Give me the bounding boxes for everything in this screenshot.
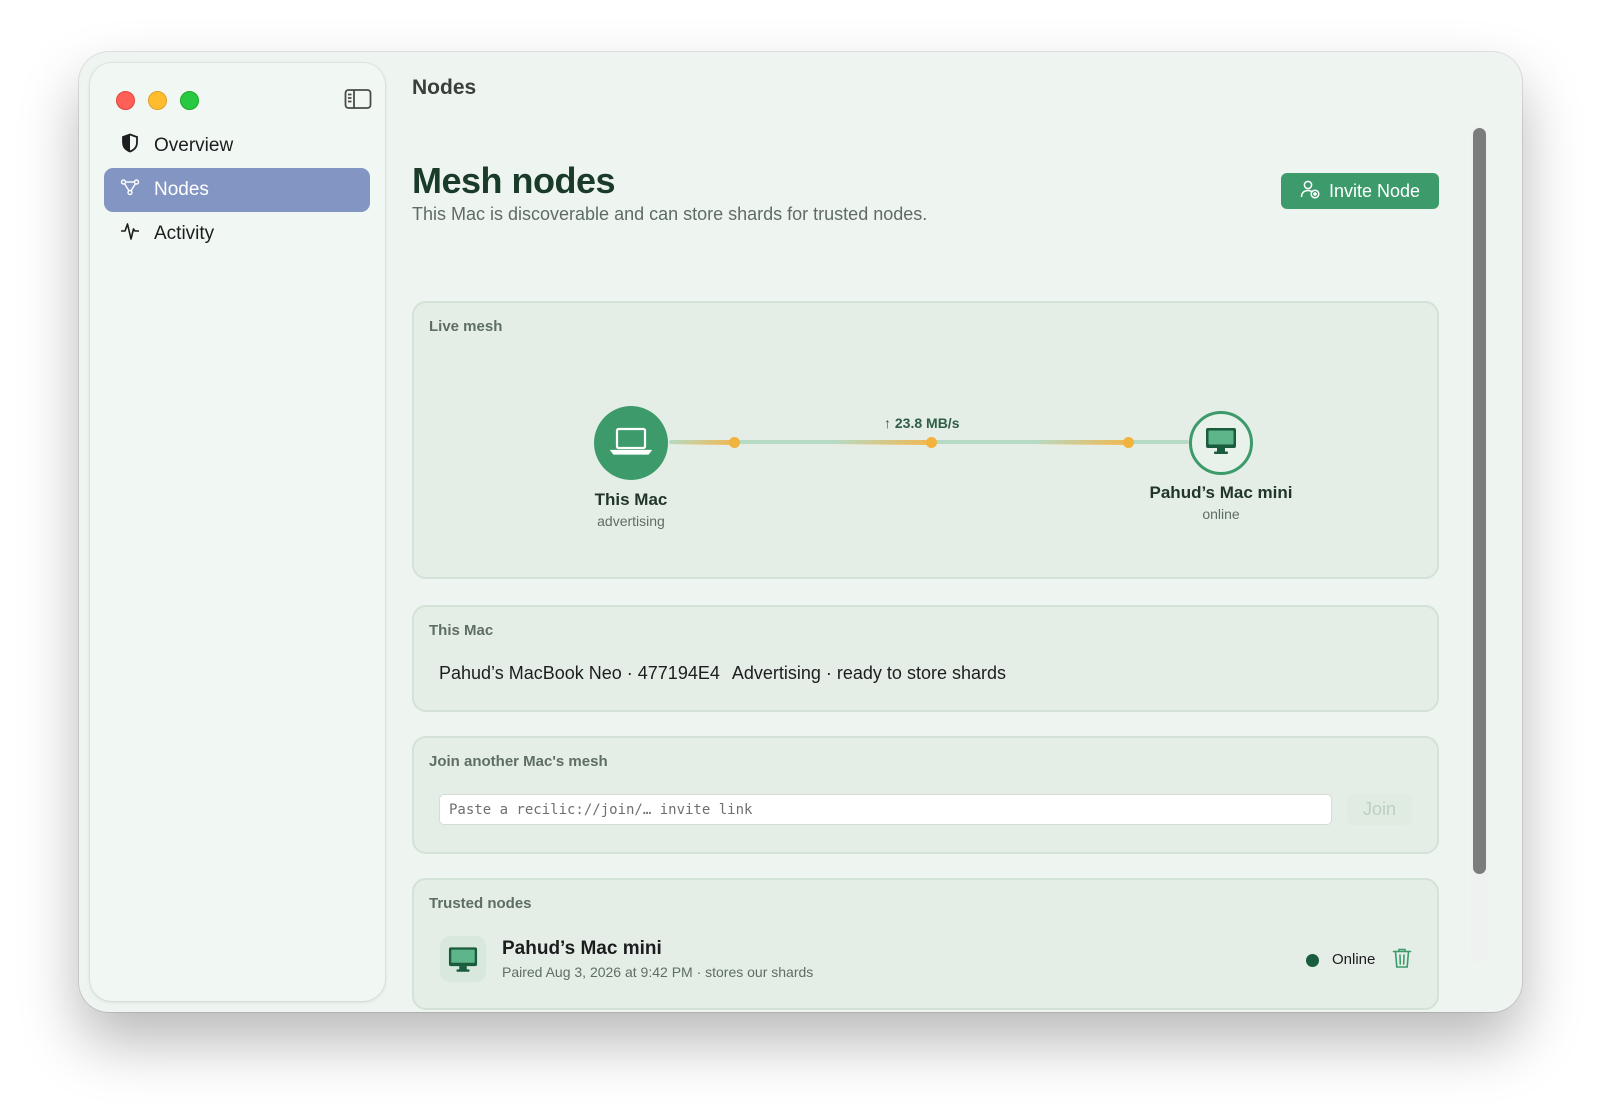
transfer-packet-dot <box>729 437 740 448</box>
shield-icon <box>120 133 140 159</box>
sidebar-toggle-icon[interactable] <box>344 88 372 110</box>
card-label: This Mac <box>429 622 494 639</box>
sidebar: Overview Nodes Activity <box>90 63 385 1001</box>
laptop-icon <box>609 426 653 461</box>
page-subtitle: This Mac is discoverable and can store s… <box>412 204 928 224</box>
local-node-name: This Mac <box>594 490 668 509</box>
network-nodes-icon <box>120 177 140 203</box>
waveform-icon <box>120 221 140 247</box>
remote-node-status: online <box>1202 506 1240 522</box>
sidebar-item-overview[interactable]: Overview <box>104 124 370 168</box>
sidebar-item-label: Nodes <box>154 179 209 200</box>
trusted-node-name: Pahud’s Mac mini <box>502 938 662 959</box>
local-node-status: advertising <box>597 513 665 529</box>
card-label: Trusted nodes <box>429 895 532 912</box>
invite-link-input[interactable] <box>439 794 1332 825</box>
toolbar-title: Nodes <box>412 76 477 99</box>
transfer-rate: ↑ 23.8 MB/s <box>884 415 960 431</box>
minimize-window-button[interactable] <box>148 91 167 110</box>
desktop-icon <box>440 936 486 982</box>
status-dot <box>1306 954 1319 967</box>
desktop-icon <box>1205 427 1237 460</box>
local-node[interactable] <box>594 406 668 480</box>
join-button[interactable]: Join <box>1347 794 1412 825</box>
this-mac-info: Pahud’s MacBook Neo · 477194E4 Advertisin… <box>439 663 1006 684</box>
app-window: Overview Nodes Activity Nodes Mesh nodes… <box>79 52 1522 1012</box>
transfer-pulse <box>1034 440 1128 445</box>
scrollbar-thumb[interactable] <box>1473 128 1486 874</box>
invite-node-label: Invite Node <box>1328 180 1421 201</box>
trusted-node-detail: Paired Aug 3, 2026 at 9:42 PM · stores o… <box>502 964 814 980</box>
sidebar-item-activity[interactable]: Activity <box>104 212 370 256</box>
page-title: Mesh nodes <box>412 160 616 201</box>
trash-icon <box>1392 948 1412 972</box>
sidebar-item-nodes[interactable]: Nodes <box>104 168 370 212</box>
status-badge: Online <box>1332 951 1376 968</box>
transfer-packet-dot <box>1123 437 1134 448</box>
sidebar-item-label: Activity <box>154 223 215 244</box>
transfer-pulse <box>834 440 931 445</box>
device-name: Pahud’s MacBook Neo · 477194E4 <box>439 663 720 683</box>
add-person-icon <box>1300 179 1320 204</box>
invite-node-button[interactable]: Invite Node <box>1281 173 1439 209</box>
trusted-nodes-card: Trusted nodes Pahud’s Mac mini Paired Au… <box>412 878 1439 1010</box>
card-label: Live mesh <box>429 318 503 335</box>
zoom-window-button[interactable] <box>180 91 199 110</box>
this-mac-card: This Mac Pahud’s MacBook Neo · 477194E4 A… <box>412 605 1439 712</box>
close-window-button[interactable] <box>116 91 135 110</box>
transfer-pulse <box>669 440 734 445</box>
device-status: Advertising · ready to store shards <box>731 663 1006 683</box>
join-mesh-card: Join another Mac's mesh Join <box>412 736 1439 854</box>
card-label: Join another Mac's mesh <box>429 753 608 770</box>
transfer-packet-dot <box>926 437 937 448</box>
remove-node-button[interactable] <box>1391 947 1413 971</box>
sidebar-item-label: Overview <box>154 135 234 156</box>
live-mesh-card: Live mesh ↑ 23.8 MB/s This Mac advertisi… <box>412 301 1439 579</box>
remote-node-name: Pahud’s Mac mini <box>1149 483 1293 502</box>
remote-node[interactable] <box>1189 411 1253 475</box>
main-content: Mesh nodes This Mac is discoverable and … <box>409 152 1469 1012</box>
